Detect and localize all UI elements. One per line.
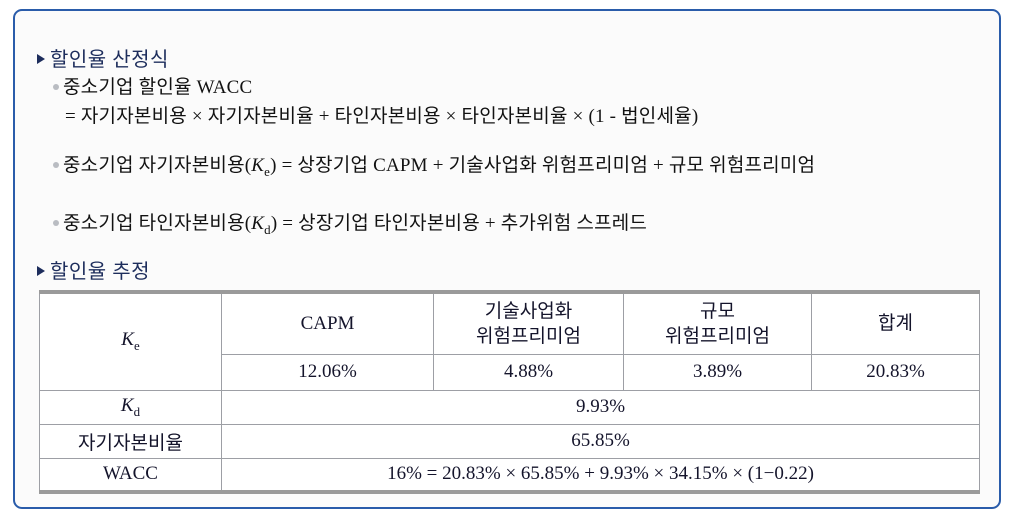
dot-bullet-icon: [53, 220, 59, 226]
bullet-wacc-formula-text: = 자기자본비용 × 자기자본비율 + 타인자본비용 × 타인자본비율 × (1…: [65, 106, 699, 127]
section-heading-discount-estimate: 할인율 추정: [37, 255, 150, 284]
dot-bullet-icon: [53, 84, 59, 90]
section1-heading-text: 할인율 산정식: [50, 49, 169, 71]
bullet-wacc-title-text: 중소기업 할인율 WACC: [63, 77, 253, 98]
dot-bullet-icon: [53, 162, 59, 168]
table-row-kd: Kd 9.93%: [39, 389, 980, 425]
header-tech-line1: 기술사업화: [484, 300, 573, 322]
section2-heading-text: 할인율 추정: [50, 261, 150, 283]
bullet-wacc-title: 중소기업 할인율 WACC: [53, 73, 252, 102]
ke-symbol: K: [251, 155, 265, 176]
cell-ke-capm-value: 12.06%: [221, 353, 434, 391]
header-tech-line2: 위험프리미엄: [476, 325, 581, 347]
cell-equity-ratio-label: 자기자본비율: [39, 423, 222, 459]
triangle-bullet-icon: [37, 266, 45, 276]
ke-subscript: e: [133, 338, 140, 354]
bullet-ke-prefix: 중소기업 자기자본비용(: [63, 155, 252, 176]
bullet-ke-suffix: ) = 상장기업 CAPM + 기술사업화 위험프리미엄 + 규모 위험프리미엄: [270, 155, 816, 176]
triangle-bullet-icon: [37, 54, 45, 64]
ke-symbol: K: [121, 329, 134, 351]
table-row-equity-ratio: 자기자본비율 65.85%: [39, 423, 980, 459]
cell-wacc-value: 16% = 20.83% × 65.85% + 9.93% × 34.15% ×…: [221, 457, 980, 493]
section-heading-discount-formula: 할인율 산정식: [37, 43, 169, 72]
kd-symbol: K: [251, 213, 265, 234]
header-scale-line2: 위험프리미엄: [665, 325, 770, 347]
cell-ke-tech-value: 4.88%: [433, 353, 624, 391]
kd-subscript: d: [133, 403, 141, 419]
table-row-wacc: WACC 16% = 20.83% × 65.85% + 9.93% × 34.…: [39, 457, 980, 493]
bullet-cost-of-equity: 중소기업 자기자본비용(Ke) = 상장기업 CAPM + 기술사업화 위험프리…: [53, 151, 981, 186]
cell-equity-ratio-value: 65.85%: [221, 423, 980, 459]
header-scale-line1: 규모: [700, 300, 735, 322]
discount-rate-table: Ke CAPM 기술사업화 위험프리미엄 규모 위험프리미엄 합계 12.06%: [39, 290, 980, 494]
cell-kd-label: Kd: [39, 389, 222, 425]
bullet-kd-suffix: ) = 상장기업 타인자본비용 + 추가위험 스프레드: [270, 213, 648, 234]
cell-header-scale-premium: 규모 위험프리미엄: [623, 291, 812, 355]
kd-symbol: K: [120, 394, 134, 416]
kd-subscript: d: [264, 221, 271, 237]
bullet-kd-prefix: 중소기업 타인자본비용(: [63, 213, 252, 234]
cell-wacc-label: WACC: [39, 457, 222, 493]
cell-ke-scale-value: 3.89%: [623, 353, 812, 391]
cell-ke-total-value: 20.83%: [811, 353, 980, 391]
discount-rate-table-wrapper: Ke CAPM 기술사업화 위험프리미엄 규모 위험프리미엄 합계 12.06%: [39, 290, 980, 494]
bullet-wacc-formula: = 자기자본비용 × 자기자본비율 + 타인자본비용 × 타인자본비율 × (1…: [65, 102, 698, 131]
cell-ke-label: Ke: [39, 291, 222, 391]
bullet-cost-of-debt: 중소기업 타인자본비용(Kd) = 상장기업 타인자본비용 + 추가위험 스프레…: [53, 209, 981, 244]
cell-kd-value: 9.93%: [221, 389, 980, 425]
cell-header-tech-premium: 기술사업화 위험프리미엄: [433, 291, 624, 355]
slide-container: 할인율 산정식 중소기업 할인율 WACC = 자기자본비용 × 자기자본비율 …: [13, 9, 1001, 509]
table-row-header: Ke CAPM 기술사업화 위험프리미엄 규모 위험프리미엄 합계: [39, 291, 980, 391]
cell-header-total: 합계: [811, 291, 980, 355]
cell-header-capm: CAPM: [221, 291, 434, 355]
